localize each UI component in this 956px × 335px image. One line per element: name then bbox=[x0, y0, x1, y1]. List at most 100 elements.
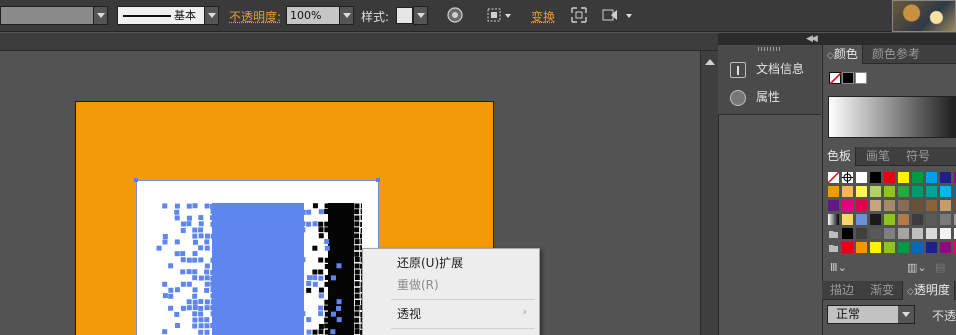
swatch[interactable] bbox=[926, 200, 937, 211]
swatch[interactable] bbox=[856, 242, 867, 253]
swatch[interactable] bbox=[828, 186, 839, 197]
opacity-dropdown-button[interactable] bbox=[339, 6, 354, 25]
swatch[interactable] bbox=[856, 228, 867, 239]
halftone-dot bbox=[349, 222, 354, 227]
swatch[interactable] bbox=[842, 214, 853, 225]
swatch[interactable] bbox=[842, 200, 853, 211]
swatch[interactable] bbox=[926, 214, 937, 225]
swatch[interactable] bbox=[926, 186, 937, 197]
selection-anchor-top-right[interactable] bbox=[376, 178, 380, 182]
swatch-libraries-menu-icon[interactable]: Ⅲ⌄ bbox=[830, 261, 847, 274]
swatch[interactable] bbox=[856, 172, 867, 183]
swatch[interactable] bbox=[940, 214, 951, 225]
swatch[interactable] bbox=[940, 186, 951, 197]
swatch[interactable] bbox=[912, 186, 923, 197]
halftone-dot bbox=[348, 299, 353, 304]
black-swatch[interactable] bbox=[842, 72, 854, 84]
swatch[interactable] bbox=[912, 200, 923, 211]
swatch-group-folder-icon bbox=[828, 242, 839, 253]
swatch[interactable] bbox=[870, 214, 881, 225]
graphic-style-swatch[interactable] bbox=[396, 7, 413, 24]
tab-brushes[interactable]: 画笔 bbox=[862, 147, 894, 166]
swatch[interactable] bbox=[898, 200, 909, 211]
tab-swatches[interactable]: 色板 bbox=[822, 147, 856, 166]
swatch[interactable] bbox=[940, 228, 951, 239]
swatch[interactable] bbox=[898, 242, 909, 253]
stroke-profile-select[interactable]: 基本 bbox=[117, 6, 205, 25]
tab-color[interactable]: ◇颜色 bbox=[822, 45, 863, 64]
swatch[interactable] bbox=[828, 200, 839, 211]
style-dropdown-button[interactable] bbox=[413, 6, 428, 25]
arrange-dropdown-caret[interactable] bbox=[626, 14, 632, 18]
align-dropdown-caret[interactable] bbox=[505, 14, 511, 18]
swatch-none[interactable] bbox=[828, 172, 839, 183]
opacity-input[interactable]: 100% bbox=[286, 6, 342, 25]
swatch[interactable] bbox=[842, 242, 853, 253]
swatch[interactable] bbox=[898, 228, 909, 239]
tab-stroke[interactable]: 描边 bbox=[826, 281, 858, 300]
swatch[interactable] bbox=[856, 214, 867, 225]
isolate-selected-icon[interactable] bbox=[570, 6, 588, 24]
swatch[interactable] bbox=[912, 242, 923, 253]
fill-dropdown-button[interactable] bbox=[93, 6, 108, 25]
stroke-profile-dropdown-button[interactable] bbox=[204, 6, 219, 25]
recolor-artwork-icon[interactable] bbox=[446, 6, 464, 24]
swatch[interactable] bbox=[898, 214, 909, 225]
swatch[interactable] bbox=[870, 186, 881, 197]
arrange-documents-icon[interactable] bbox=[601, 6, 619, 24]
color-spectrum-ramp[interactable] bbox=[828, 96, 956, 138]
halftone-dot bbox=[235, 270, 240, 275]
swatch[interactable] bbox=[870, 228, 881, 239]
swatch[interactable] bbox=[884, 186, 895, 197]
swatch-registration[interactable] bbox=[842, 172, 853, 183]
swatch[interactable] bbox=[912, 172, 923, 183]
swatch[interactable] bbox=[884, 242, 895, 253]
halftone-dot bbox=[252, 233, 257, 238]
menu-item-perspective[interactable]: 透视 bbox=[397, 305, 421, 322]
collapse-panels-icon[interactable]: ◀◀ bbox=[806, 34, 816, 44]
swatch[interactable] bbox=[926, 228, 937, 239]
halftone-dot bbox=[210, 282, 215, 287]
fill-color-field[interactable] bbox=[0, 6, 94, 25]
swatch[interactable] bbox=[884, 214, 895, 225]
tab-transparency[interactable]: ◇透明度 bbox=[902, 281, 955, 300]
swatch[interactable] bbox=[870, 242, 881, 253]
swatch[interactable] bbox=[940, 172, 951, 183]
selection-anchor-top-left[interactable] bbox=[134, 178, 138, 182]
swatch[interactable] bbox=[912, 214, 923, 225]
align-icon[interactable] bbox=[485, 6, 503, 24]
swatch[interactable] bbox=[884, 200, 895, 211]
swatch[interactable] bbox=[884, 172, 895, 183]
show-swatch-kinds-icon[interactable]: ▥⌄ bbox=[907, 261, 927, 274]
white-swatch[interactable] bbox=[855, 72, 867, 84]
swatch[interactable] bbox=[912, 228, 923, 239]
swatch[interactable] bbox=[940, 242, 951, 253]
swatch[interactable] bbox=[926, 242, 937, 253]
tab-symbols[interactable]: 符号 bbox=[902, 147, 934, 166]
swatch[interactable] bbox=[898, 186, 909, 197]
halftone-dot bbox=[348, 288, 353, 293]
opacity-label-link[interactable]: 不透明度: bbox=[229, 8, 281, 25]
swatch[interactable] bbox=[870, 172, 881, 183]
panel-item-document-info[interactable]: 文档信息 bbox=[730, 60, 804, 78]
vertical-scrollbar[interactable] bbox=[700, 51, 718, 335]
swatch[interactable] bbox=[898, 172, 909, 183]
tab-gradient[interactable]: 渐变 bbox=[866, 281, 898, 300]
blend-mode-select[interactable]: 正常 bbox=[827, 305, 915, 324]
swatch[interactable] bbox=[856, 200, 867, 211]
swatch[interactable] bbox=[856, 186, 867, 197]
swatch[interactable] bbox=[884, 228, 895, 239]
swatch[interactable] bbox=[940, 200, 951, 211]
panel-grip-handle[interactable] bbox=[758, 47, 780, 51]
menu-item-undo-expand[interactable]: 还原(U)扩展 bbox=[397, 254, 463, 271]
swatch[interactable] bbox=[842, 186, 853, 197]
none-swatch[interactable] bbox=[829, 72, 841, 84]
transform-link[interactable]: 变换 bbox=[531, 8, 555, 25]
swatch-options-icon[interactable]: ▤ bbox=[935, 261, 945, 274]
panel-item-attributes[interactable]: 属性 bbox=[730, 88, 780, 106]
swatch[interactable] bbox=[870, 200, 881, 211]
swatch-gradient[interactable] bbox=[828, 214, 839, 225]
swatch[interactable] bbox=[842, 228, 853, 239]
swatch[interactable] bbox=[926, 172, 937, 183]
tab-color-guide[interactable]: 颜色参考 bbox=[868, 45, 924, 64]
